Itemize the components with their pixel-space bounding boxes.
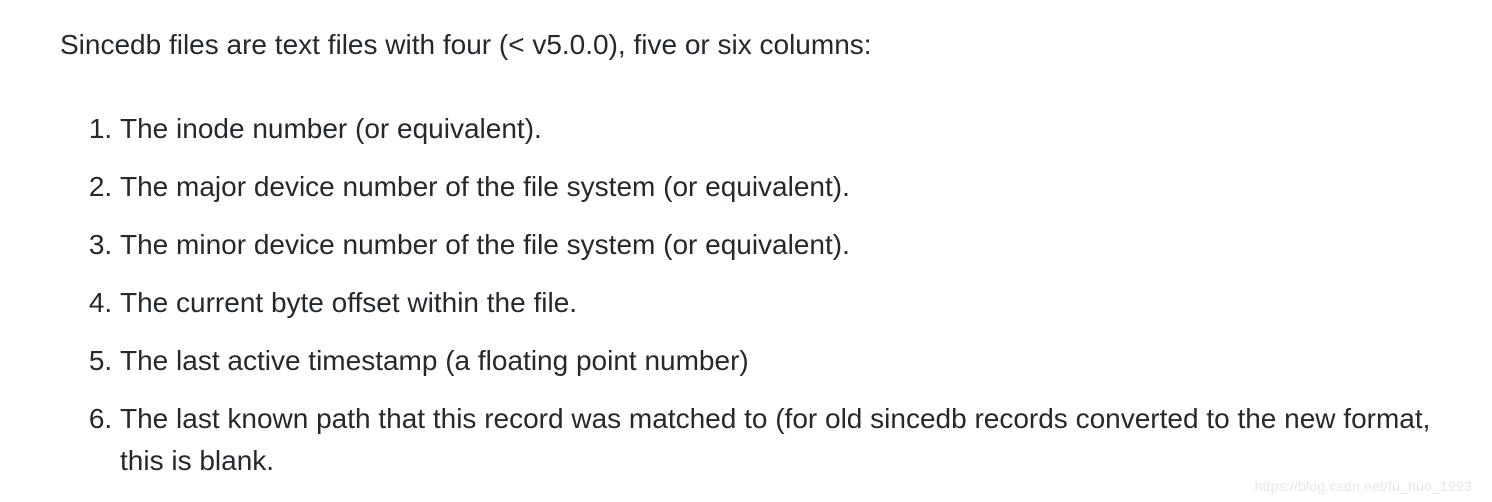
list-item: The inode number (or equivalent).	[120, 108, 1432, 150]
list-item: The current byte offset within the file.	[120, 282, 1432, 324]
watermark-text: https://blog.csdn.net/fu_huo_1993	[1254, 478, 1472, 494]
intro-paragraph: Sincedb files are text files with four (…	[60, 24, 1432, 66]
list-item: The last active timestamp (a floating po…	[120, 340, 1432, 382]
list-item: The major device number of the file syst…	[120, 166, 1432, 208]
list-item: The minor device number of the file syst…	[120, 224, 1432, 266]
columns-list: The inode number (or equivalent). The ma…	[60, 108, 1432, 482]
list-item: The last known path that this record was…	[120, 398, 1432, 482]
